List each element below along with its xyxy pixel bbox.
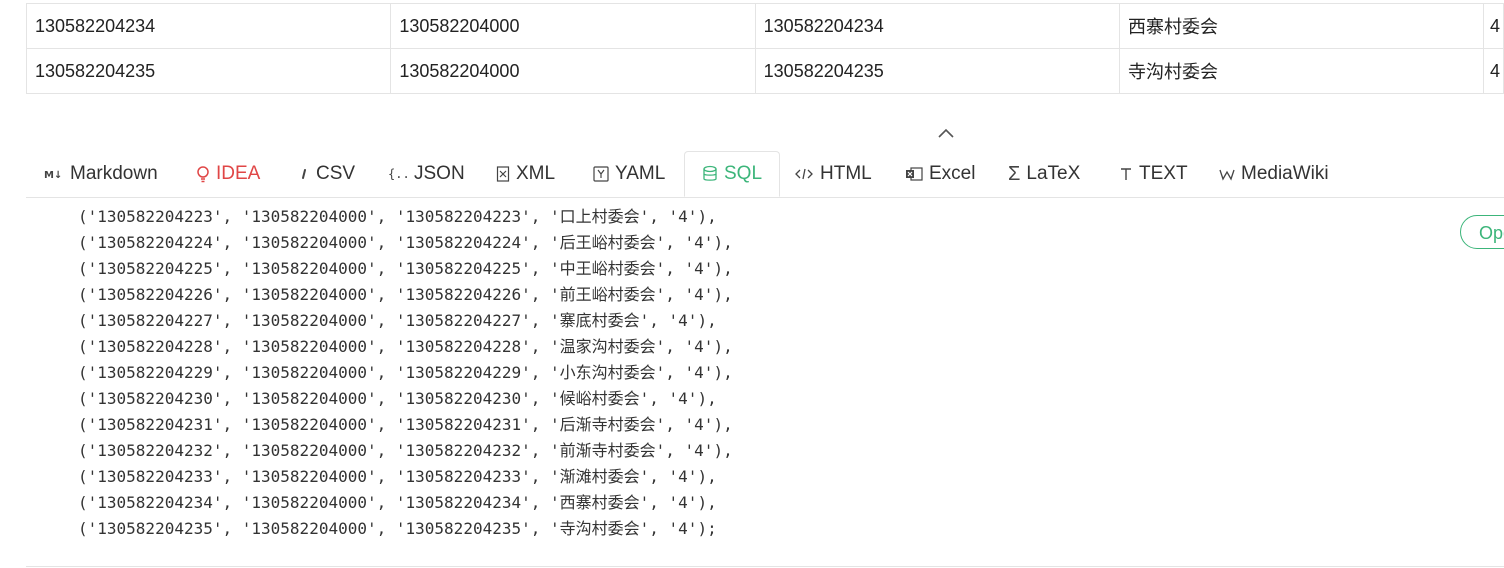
code-line: ('130582204233', '130582204000', '130582… xyxy=(78,467,717,486)
tab-sql[interactable]: SQL xyxy=(684,151,781,197)
table-cell: 130582204235 xyxy=(754,48,1120,94)
tab-label: HTML xyxy=(820,163,872,184)
code-line: ('130582204230', '130582204000', '130582… xyxy=(78,389,717,408)
code-line: ('130582204225', '130582204000', '130582… xyxy=(78,259,733,278)
table-cell: 130582204000 xyxy=(390,48,756,94)
table-row: 130582204234 130582204000 130582204234 西… xyxy=(25,3,1504,49)
tab-json[interactable]: {..} JSON xyxy=(388,151,465,197)
yaml-icon xyxy=(593,166,609,182)
code-line: ('130582204228', '130582204000', '130582… xyxy=(78,337,733,356)
excel-icon xyxy=(905,166,923,182)
open-button[interactable]: Open xyxy=(1460,215,1504,249)
code-line: ('130582204227', '130582204000', '130582… xyxy=(78,311,717,330)
tab-label: TEXT xyxy=(1139,163,1188,184)
code-line: ('130582204224', '130582204000', '130582… xyxy=(78,233,733,252)
code-icon xyxy=(794,167,814,181)
collapse-toggle[interactable] xyxy=(934,124,958,142)
page: 130582204234 130582204000 130582204234 西… xyxy=(0,0,1504,568)
code-line: ('130582204226', '130582204000', '130582… xyxy=(78,285,733,304)
code-line: ('130582204223', '130582204000', '130582… xyxy=(78,207,717,226)
database-icon xyxy=(702,165,718,183)
bulb-icon xyxy=(196,165,210,183)
tab-csv[interactable]: CSV xyxy=(298,151,355,197)
tab-label: IDEA xyxy=(216,163,261,184)
tab-label: Excel xyxy=(929,163,976,184)
tab-label: CSV xyxy=(316,163,356,184)
code-line: ('130582204234', '130582204000', '130582… xyxy=(78,493,717,512)
tab-mediawiki[interactable]: MediaWiki xyxy=(1219,151,1329,197)
tab-label: JSON xyxy=(414,163,465,184)
sql-code: ('130582204223', '130582204000', '130582… xyxy=(78,204,733,542)
csv-icon xyxy=(298,167,310,181)
chevron-up-icon xyxy=(938,128,954,138)
table-cell: 130582204234 xyxy=(754,3,1120,49)
table-cell: 4 xyxy=(1482,48,1504,94)
tab-label: SQL xyxy=(724,163,763,184)
tab-xml[interactable]: XML xyxy=(496,151,555,197)
table-cell: 130582204000 xyxy=(390,3,756,49)
table-cell: 130582204235 xyxy=(25,48,392,94)
svg-text:{..}: {..} xyxy=(388,167,408,181)
svg-text:M↓: M↓ xyxy=(44,170,62,180)
wiki-icon xyxy=(1219,167,1235,181)
tab-html[interactable]: HTML xyxy=(794,151,872,197)
table-cell: 4 xyxy=(1482,3,1504,49)
tab-markdown[interactable]: M↓ Markdown xyxy=(44,151,158,197)
tab-label: XML xyxy=(516,163,556,184)
table-cell: 130582204234 xyxy=(25,3,392,49)
tab-label: Markdown xyxy=(70,163,158,184)
table-cell: 西寨村委会 xyxy=(1118,3,1484,49)
tab-yaml[interactable]: YAML xyxy=(593,151,665,197)
text-icon xyxy=(1119,167,1133,181)
tab-latex[interactable]: Σ LaTeX xyxy=(1008,151,1080,197)
sigma-icon: Σ xyxy=(1008,162,1021,185)
tab-text[interactable]: TEXT xyxy=(1119,151,1188,197)
tab-excel[interactable]: Excel xyxy=(905,151,975,197)
code-line: ('130582204232', '130582204000', '130582… xyxy=(78,441,733,460)
tab-label: LaTeX xyxy=(1026,163,1081,184)
results-table: 130582204234 130582204000 130582204234 西… xyxy=(25,3,1504,94)
format-tabs: M↓ Markdown IDEA CSV {..} JSON xyxy=(26,151,1504,198)
code-line: ('130582204231', '130582204000', '130582… xyxy=(78,415,733,434)
json-braces-icon: {..} xyxy=(388,166,408,182)
table-cell: 寺沟村委会 xyxy=(1118,48,1484,94)
table-row: 130582204235 130582204000 130582204235 寺… xyxy=(25,48,1504,94)
code-line: ('130582204229', '130582204000', '130582… xyxy=(78,363,733,382)
tab-idea[interactable]: IDEA xyxy=(196,151,260,197)
code-output[interactable]: ('130582204223', '130582204000', '130582… xyxy=(26,198,1504,567)
code-line: ('130582204235', '130582204000', '130582… xyxy=(78,519,717,538)
tab-label: MediaWiki xyxy=(1241,163,1329,184)
markdown-icon: M↓ xyxy=(44,168,64,180)
xml-file-icon xyxy=(496,166,510,182)
tab-label: YAML xyxy=(615,163,666,184)
